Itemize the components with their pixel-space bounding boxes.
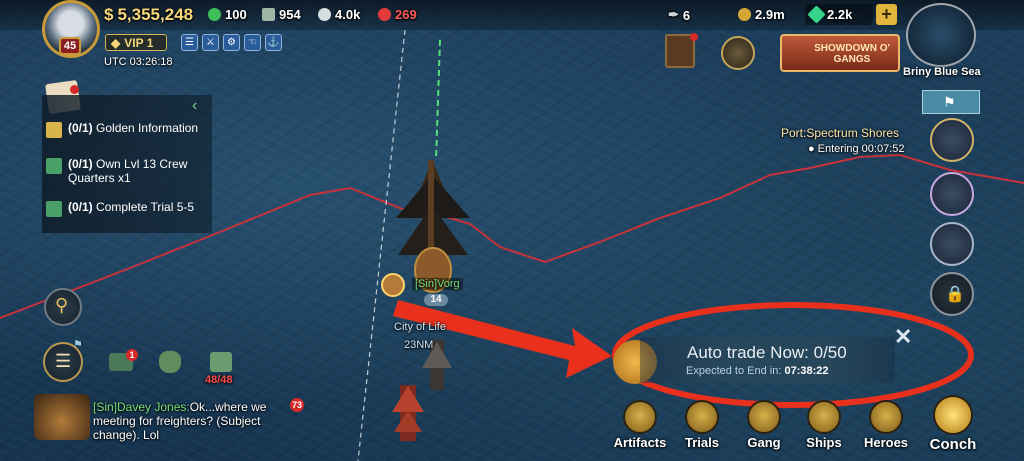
skull-red-resource[interactable]: 269: [378, 7, 417, 22]
nav-gang[interactable]: Gang: [735, 400, 793, 450]
fleet-slot-locked[interactable]: 🔒: [930, 272, 974, 316]
compass-icon: ●: [808, 143, 815, 155]
cargo-icon[interactable]: [210, 352, 232, 372]
diamond-icon: ◆: [111, 35, 121, 50]
mail-badge: 1: [126, 349, 138, 361]
compass-rose-icon: [623, 400, 657, 434]
city-name: City of Life: [394, 321, 446, 333]
nav-heroes[interactable]: Heroes: [857, 400, 915, 450]
buff-boot-icon[interactable]: ☜: [244, 34, 261, 51]
search-button[interactable]: ⚲: [44, 288, 82, 326]
flag-icon: ⚑: [943, 94, 956, 110]
gem-resource[interactable]: 2.2k: [807, 5, 852, 24]
red-skull-icon: [378, 8, 391, 21]
green-token-icon: [208, 8, 221, 21]
nav-artifacts[interactable]: Artifacts: [611, 400, 669, 450]
green-feather-icon: [46, 201, 62, 217]
feather-icon: ✒: [668, 7, 679, 22]
ship-red-icon: [392, 385, 424, 441]
player-ship-icon: [396, 160, 470, 293]
gold-resource[interactable]: $ 5,355,248: [104, 5, 193, 25]
lock-icon: 🔒: [945, 286, 965, 303]
utc-clock: UTC 03:26:18: [104, 56, 173, 68]
skull-icon: [318, 8, 331, 21]
skull-white-resource[interactable]: 4.0k: [318, 7, 360, 22]
minimap[interactable]: [906, 3, 976, 67]
gold-feather-icon: [46, 122, 62, 138]
cargo-count: 48/48: [205, 374, 233, 386]
fleet-ship-slot-3[interactable]: [930, 222, 974, 266]
showdown-event-banner[interactable]: SHOWDOWN O' GANGS: [780, 34, 900, 72]
auto-trade-eta: Expected to End in: 07:38:22: [686, 365, 829, 377]
nav-ships[interactable]: Ships: [795, 400, 853, 450]
player-level-badge: 45: [59, 37, 81, 55]
buff-gear-icon[interactable]: ⚙: [223, 34, 240, 51]
buff-scroll-icon[interactable]: ☰: [181, 34, 198, 51]
spiral-icon: [685, 400, 719, 434]
auto-trade-panel[interactable]: Auto trade Now: 0/50 Expected to End in:…: [640, 337, 895, 383]
route-dashed-white: [357, 29, 406, 461]
port-name: Port:Spectrum Shores: [781, 126, 900, 140]
gem-icon: [807, 5, 826, 24]
nav-conch[interactable]: Conch: [922, 395, 984, 453]
nav-trials[interactable]: Trials: [673, 400, 731, 450]
city-distance: 23NM: [404, 339, 434, 351]
quest-panel: ‹ (0/1) Golden Information (0/1) Own Lvl…: [42, 95, 212, 233]
player-portrait-icon: [381, 273, 405, 297]
conch-icon: [933, 395, 973, 435]
magnifier-icon: ⚲: [55, 295, 69, 315]
add-gem-button[interactable]: +: [876, 4, 897, 25]
feather-resource[interactable]: ✒ 6: [668, 7, 690, 23]
ship-portrait-icon[interactable]: [34, 394, 90, 440]
pin-flag-icon: ⚑: [73, 339, 83, 351]
crew-resource[interactable]: 954: [262, 7, 301, 22]
player-level-tag: 14: [424, 294, 448, 306]
port-status: ● Entering 00:07:52: [808, 143, 905, 155]
vip-badge[interactable]: ◆ VIP 1: [105, 34, 167, 51]
fleet-flag-button[interactable]: ⚑: [922, 90, 980, 114]
route-dashed-green: [435, 39, 441, 161]
gang-chest-icon[interactable]: [721, 36, 755, 70]
coin-icon: [738, 8, 751, 21]
quest-notification-dot: [70, 85, 79, 94]
minimap-region-label: Briny Blue Sea: [903, 66, 981, 78]
ship-wheel-icon: [807, 400, 841, 434]
quest-text: (0/1) Golden Information: [68, 121, 199, 135]
buff-anchor-icon[interactable]: ⚓: [265, 34, 282, 51]
quest-item[interactable]: (0/1) Golden Information: [46, 121, 198, 138]
close-icon[interactable]: ✕: [894, 324, 912, 350]
journal-notification-dot: [690, 33, 698, 41]
chat-badge: 73: [290, 398, 304, 412]
coin-resource[interactable]: 2.9m: [738, 7, 785, 22]
crew-icon: [262, 8, 275, 21]
gold-icon: $: [104, 5, 114, 24]
list-icon: ☰: [55, 351, 72, 371]
player-name-tag: [Sin]Vorg: [412, 278, 463, 290]
buff-sword-icon[interactable]: ⚔: [202, 34, 219, 51]
hero-emblem-icon: [869, 400, 903, 434]
green-resource[interactable]: 100: [208, 7, 247, 22]
auto-trade-title: Auto trade Now: 0/50: [687, 343, 847, 362]
green-feather-icon: [46, 158, 62, 174]
quest-item[interactable]: (0/1) Complete Trial 5-5: [46, 200, 194, 217]
gang-flag-icon: [747, 400, 781, 434]
loot-bag-icon[interactable]: [159, 351, 181, 373]
fleet-ship-slot-2[interactable]: [930, 172, 974, 216]
quest-item[interactable]: (0/1) Own Lvl 13 Crew Quarters x1: [46, 157, 212, 185]
chat-message[interactable]: [Sin]Davey Jones:Ok...where we meeting f…: [93, 400, 303, 442]
fleet-ship-slot-1[interactable]: [930, 118, 974, 162]
quest-text: (0/1) Own Lvl 13 Crew Quarters x1: [68, 157, 188, 185]
quest-text: (0/1) Complete Trial 5-5: [68, 200, 195, 214]
collapse-chevron-icon[interactable]: ‹: [192, 97, 197, 115]
